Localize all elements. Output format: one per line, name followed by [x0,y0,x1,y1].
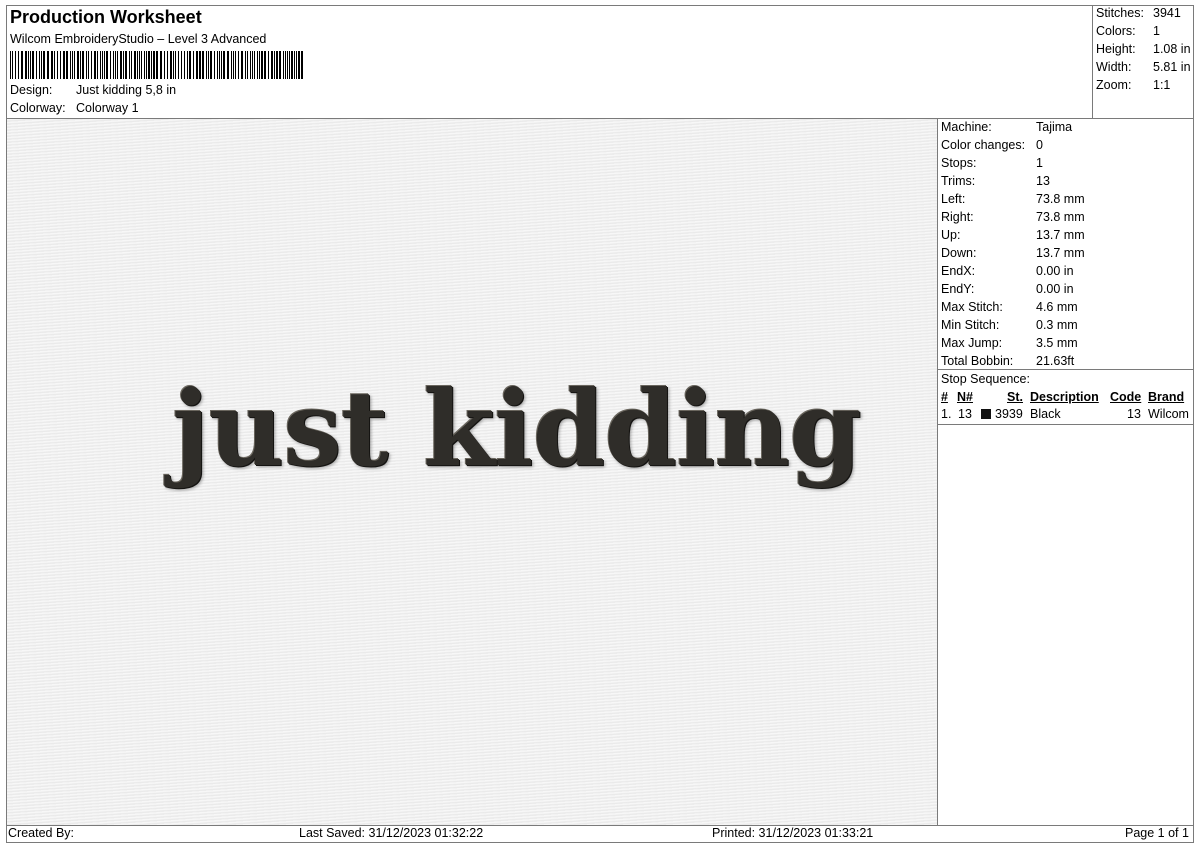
spec-label: Trims: [941,174,976,188]
summary-label: Height: [1096,42,1136,56]
spec-color-changes: Color changes: 0 [941,138,1043,152]
spec-value: 0.3 mm [1036,318,1078,332]
summary-zoom: Zoom: 1:1 [1096,78,1170,92]
spec-label: EndX: [941,264,976,278]
spec-value: 4.6 mm [1036,300,1078,314]
design-value: Just kidding 5,8 in [76,83,177,97]
seq-header-n: N# [957,390,973,404]
summary-width: Width: 5.81 in [1096,60,1191,74]
page-number: Page 1 of 1 [1125,826,1189,840]
embroidery-design-text: just kidding [172,367,862,490]
seq-row-brand: Wilcom [1148,407,1189,421]
spec-endx: EndX: 0.00 in [941,264,1074,278]
summary-value: 1 [1153,24,1160,38]
summary-label: Colors: [1096,24,1136,38]
spec-value: 13.7 mm [1036,228,1085,242]
spec-label: Total Bobbin: [941,354,1014,368]
spec-value: Tajima [1036,120,1073,134]
spec-value: 0 [1036,138,1043,152]
seq-header-brand: Brand [1148,390,1185,404]
spec-value: 21.63ft [1036,354,1075,368]
summary-value: 5.81 in [1153,60,1191,74]
design-row: Design: Just kidding 5,8 in [10,83,176,97]
spec-label: Left: [941,192,966,206]
spec-value: 13.7 mm [1036,246,1085,260]
colorway-value: Colorway 1 [76,101,139,115]
thread-color-swatch [981,409,991,419]
created-by: Created By: [8,826,75,840]
spec-machine: Machine: Tajima [941,120,1072,134]
spec-label: Max Stitch: [941,300,1003,314]
seq-row-index: 1. [941,407,952,421]
spec-label: Min Stitch: [941,318,1000,332]
spec-label: Color changes: [941,138,1026,152]
divider [6,825,1194,826]
spec-trims: Trims: 13 [941,174,1050,188]
summary-stitches: Stitches: 3941 [1096,6,1181,20]
worksheet-header: Production Worksheet Wilcom EmbroiderySt… [6,5,1093,119]
printed-date: Printed: 31/12/2023 01:33:21 [712,826,874,840]
spec-stops: Stops: 1 [941,156,1043,170]
spec-endy: EndY: 0.00 in [941,282,1074,296]
spec-left: Left: 73.8 mm [941,192,1085,206]
spec-value: 0.00 in [1036,282,1074,296]
seq-header-description: Description [1030,390,1099,404]
spec-value: 1 [1036,156,1043,170]
seq-row-n: 13 [958,407,972,421]
spec-label: Stops: [941,156,977,170]
summary-value: 3941 [1153,6,1181,20]
spec-right: Right: 73.8 mm [941,210,1085,224]
summary-label: Zoom: [1096,78,1132,92]
spec-max-stitch: Max Stitch: 4.6 mm [941,300,1078,314]
spec-label: Up: [941,228,961,242]
spec-label: EndY: [941,282,975,296]
spec-down: Down: 13.7 mm [941,246,1085,260]
divider [938,424,1194,425]
spec-min-stitch: Min Stitch: 0.3 mm [941,318,1078,332]
spec-value: 13 [1036,174,1050,188]
seq-header-code: Code [1110,390,1142,404]
spec-value: 73.8 mm [1036,210,1085,224]
stop-sequence-title: Stop Sequence: [941,372,1030,386]
spec-label: Max Jump: [941,336,1003,350]
last-saved: Last Saved: 31/12/2023 01:32:22 [299,826,484,840]
summary-panel: Stitches: 3941 Colors: 1 Height: 1.08 in Wi… [1092,5,1194,119]
seq-header-index: # [941,390,948,404]
seq-row-description: Black [1030,407,1061,421]
spec-value: 73.8 mm [1036,192,1085,206]
summary-height: Height: 1.08 in [1096,42,1191,56]
summary-label: Width: [1096,60,1132,74]
spec-max-jump: Max Jump: 3.5 mm [941,336,1078,350]
summary-value: 1.08 in [1153,42,1191,56]
colorway-row: Colorway: Colorway 1 [10,101,139,115]
design-label: Design: [10,83,53,97]
spec-label: Right: [941,210,974,224]
spec-label: Machine: [941,120,992,134]
summary-colors: Colors: 1 [1096,24,1160,38]
design-preview: just kidding [7,119,937,825]
worksheet-title: Production Worksheet [10,7,202,27]
seq-row-code: 13 [1127,407,1141,421]
spec-label: Down: [941,246,977,260]
seq-header-st: St. [1007,390,1023,404]
barcode [10,51,303,79]
spec-value: 0.00 in [1036,264,1074,278]
summary-label: Stitches: [1096,6,1144,20]
spec-value: 3.5 mm [1036,336,1078,350]
spec-up: Up: 13.7 mm [941,228,1085,242]
spec-total-bobbin: Total Bobbin: 21.63ft [941,354,1074,368]
software-name: Wilcom EmbroideryStudio – Level 3 Advanc… [10,32,267,46]
divider [938,369,1194,370]
seq-row-st: 3939 [995,407,1023,421]
summary-value: 1:1 [1153,78,1171,92]
colorway-label: Colorway: [10,101,66,115]
divider [937,119,938,825]
